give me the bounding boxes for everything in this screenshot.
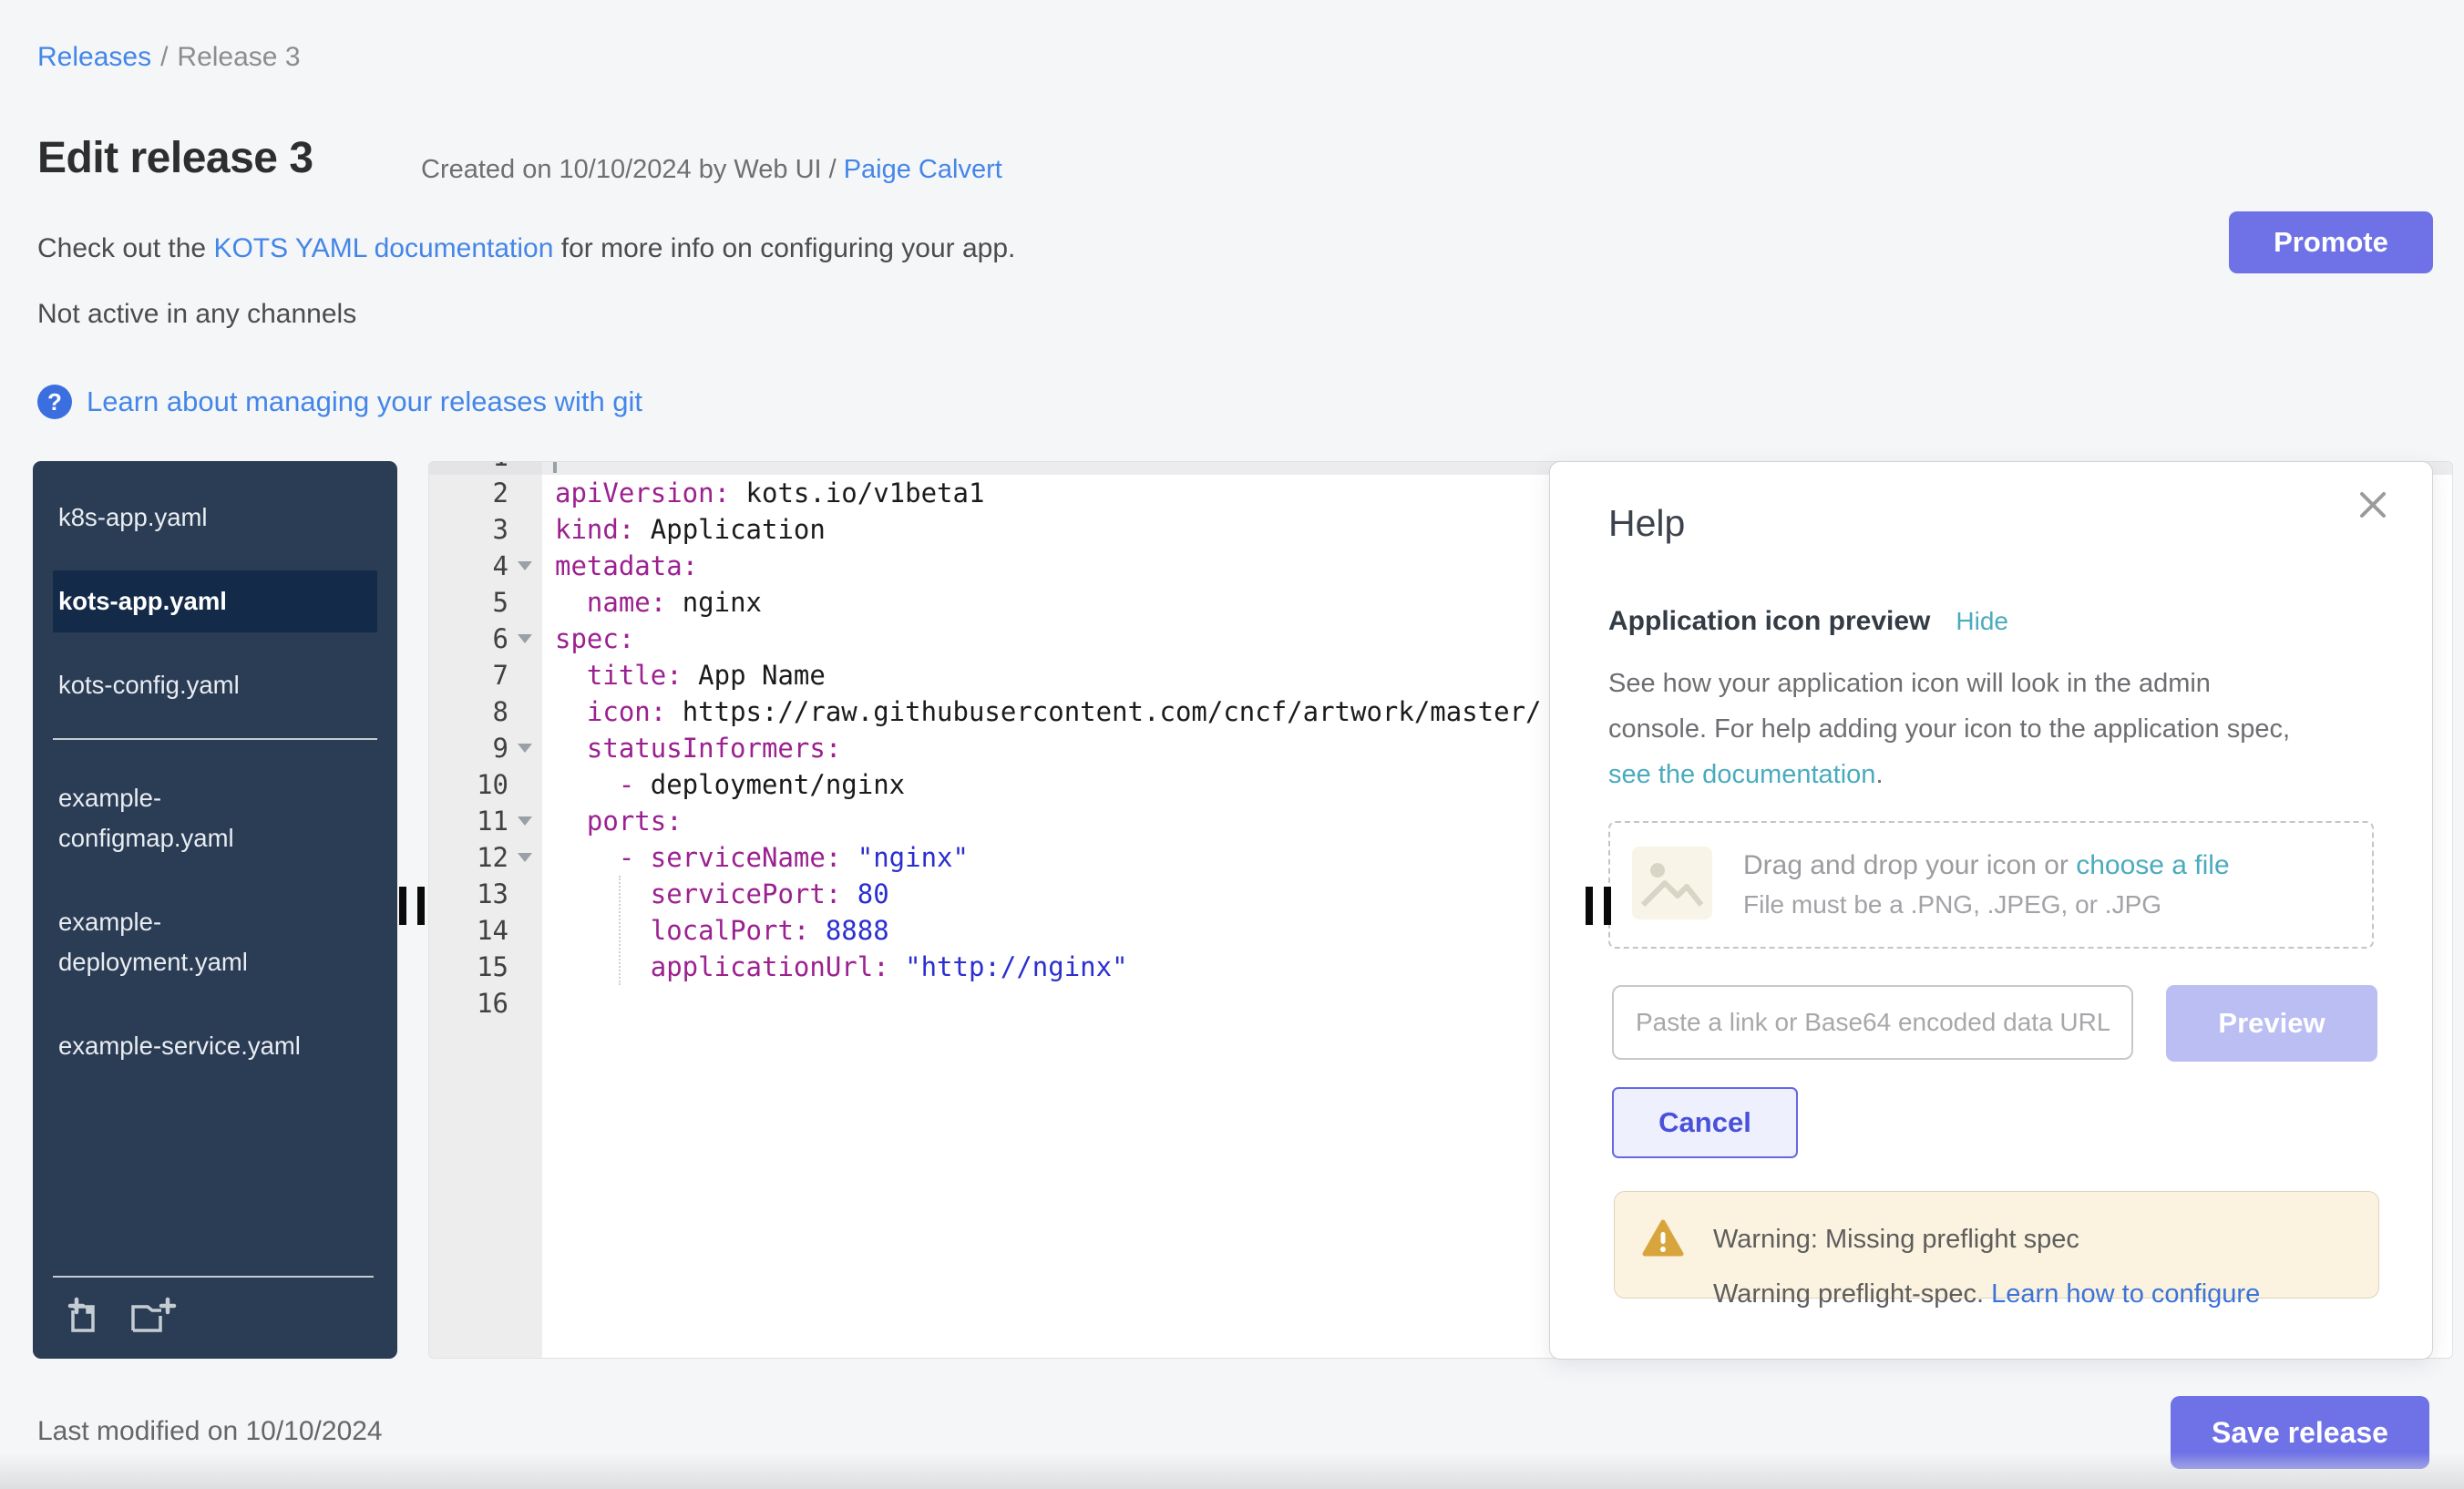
learn-configure-link[interactable]: Learn how to configure [1991, 1279, 2260, 1309]
line-number: 16 [429, 985, 542, 1022]
breadcrumb-current: Release 3 [177, 42, 300, 72]
channel-status: Not active in any channels [37, 299, 356, 330]
icon-drop-zone[interactable]: Drag and drop your icon or choose a file… [1608, 821, 2374, 949]
warning-triangle-icon [1642, 1219, 1684, 1262]
promote-button[interactable]: Promote [2229, 211, 2433, 273]
icon-preview-title: Application icon preview [1608, 606, 1930, 637]
drop-zone-text: Drag and drop your icon or choose a file… [1743, 850, 2230, 919]
url-row: Preview [1612, 985, 2377, 1062]
drop-hint: File must be a .PNG, .JPEG, or .JPG [1743, 890, 2230, 919]
file-item-example-deployment.yaml[interactable]: example-deployment.yaml [53, 891, 377, 993]
description-period: . [1875, 760, 1883, 789]
line-number: 7 [429, 657, 542, 693]
see-documentation-link[interactable]: see the documentation [1608, 760, 1875, 789]
created-info: Created on 10/10/2024 by Web UI /Paige C… [421, 155, 1002, 185]
file-list-examples: example-configmap.yaml example-deployment… [33, 767, 397, 1077]
line-number: 15 [429, 949, 542, 985]
question-circle-icon: ? [37, 385, 72, 419]
line-number: 3 [429, 511, 542, 548]
warning-detail: Warning preflight-spec. Learn how to con… [1713, 1279, 2260, 1309]
last-modified-text: Last modified on 10/10/2024 [37, 1416, 383, 1447]
hide-link[interactable]: Hide [1956, 607, 2008, 636]
preflight-warning-box: Warning: Missing preflight spec Warning … [1614, 1191, 2379, 1299]
line-number: 2 [429, 475, 542, 511]
file-item-example-service.yaml[interactable]: example-service.yaml [53, 1015, 377, 1077]
cancel-button[interactable]: Cancel [1612, 1087, 1798, 1158]
warning-detail-text: Warning preflight-spec. [1713, 1279, 1991, 1309]
git-releases-link[interactable]: Learn about managing your releases with … [87, 385, 642, 418]
line-number: 6 [429, 621, 542, 657]
line-number: 5 [429, 584, 542, 621]
breadcrumb-releases-link[interactable]: Releases [37, 42, 151, 72]
line-number: 8 [429, 693, 542, 730]
breadcrumb-separator: / [160, 42, 168, 72]
new-file-icon[interactable] [60, 1294, 106, 1344]
fold-arrow-icon[interactable] [518, 634, 532, 643]
line-number: 12 [429, 839, 542, 876]
doc-line: Check out the KOTS YAML documentation fo… [37, 233, 1015, 264]
choose-file-link[interactable]: choose a file [2076, 850, 2229, 880]
sidebar-resize-handle[interactable] [399, 887, 426, 925]
help-panel: Help Application icon preview Hide See h… [1549, 461, 2433, 1360]
new-folder-icon[interactable] [126, 1294, 179, 1344]
description-line-1: See how your application icon will look … [1608, 661, 2290, 706]
help-panel-title: Help [1608, 502, 1685, 545]
line-number: 1 [429, 462, 542, 475]
file-list-top: k8s-app.yaml kots-app.yaml kots-config.yam… [33, 461, 397, 716]
fold-arrow-icon[interactable] [518, 853, 532, 862]
icon-url-input[interactable] [1612, 985, 2133, 1060]
line-number: 14 [429, 912, 542, 949]
line-number: 13 [429, 876, 542, 912]
file-item-kots-config.yaml[interactable]: kots-config.yaml [53, 654, 377, 716]
file-item-kots-app.yaml[interactable]: kots-app.yaml [53, 570, 377, 632]
indent-guide [619, 876, 621, 985]
icon-preview-description: See how your application icon will look … [1608, 661, 2290, 797]
panel-resize-handle[interactable] [1586, 887, 1613, 925]
git-help-row: ? Learn about managing your releases wit… [37, 385, 642, 419]
drop-text: Drag and drop your icon or [1743, 850, 2076, 880]
fold-arrow-icon[interactable] [518, 816, 532, 826]
description-line-2: console. For help adding your icon to th… [1608, 706, 2290, 752]
icon-preview-section: Application icon preview Hide [1608, 606, 2008, 637]
breadcrumb: Releases / Release 3 [37, 42, 301, 73]
line-number: 10 [429, 766, 542, 803]
file-tree-actions [53, 1276, 374, 1344]
file-item-k8s-app.yaml[interactable]: k8s-app.yaml [53, 487, 377, 549]
save-release-button[interactable]: Save release [2171, 1396, 2429, 1469]
file-item-example-configmap.yaml[interactable]: example-configmap.yaml [53, 767, 377, 869]
doc-prefix: Check out the [37, 233, 213, 263]
page: { "breadcrumb": { "releases": "Releases"… [0, 0, 2464, 1489]
page-title: Edit release 3 [37, 133, 313, 183]
bottom-fade [0, 1453, 2464, 1489]
created-text: Created on 10/10/2024 by Web UI / [421, 155, 837, 184]
file-tree-divider [53, 738, 377, 740]
image-placeholder-icon [1630, 845, 1714, 926]
close-icon[interactable] [2356, 488, 2390, 522]
kots-yaml-doc-link[interactable]: KOTS YAML documentation [213, 233, 553, 263]
fold-arrow-icon[interactable] [518, 561, 532, 570]
line-number: 4 [429, 548, 542, 584]
fold-arrow-icon[interactable] [518, 744, 532, 753]
line-number: 11 [429, 803, 542, 839]
description-line-3: see the documentation. [1608, 752, 2290, 797]
warning-title: Warning: Missing preflight spec [1713, 1225, 2079, 1255]
preview-button[interactable]: Preview [2166, 985, 2377, 1062]
line-number: 9 [429, 730, 542, 766]
file-tree-sidebar: k8s-app.yaml kots-app.yaml kots-config.yam… [33, 461, 397, 1359]
created-author-link[interactable]: Paige Calvert [844, 155, 1002, 184]
text-cursor [553, 462, 557, 473]
doc-suffix: for more info on configuring your app. [553, 233, 1015, 263]
